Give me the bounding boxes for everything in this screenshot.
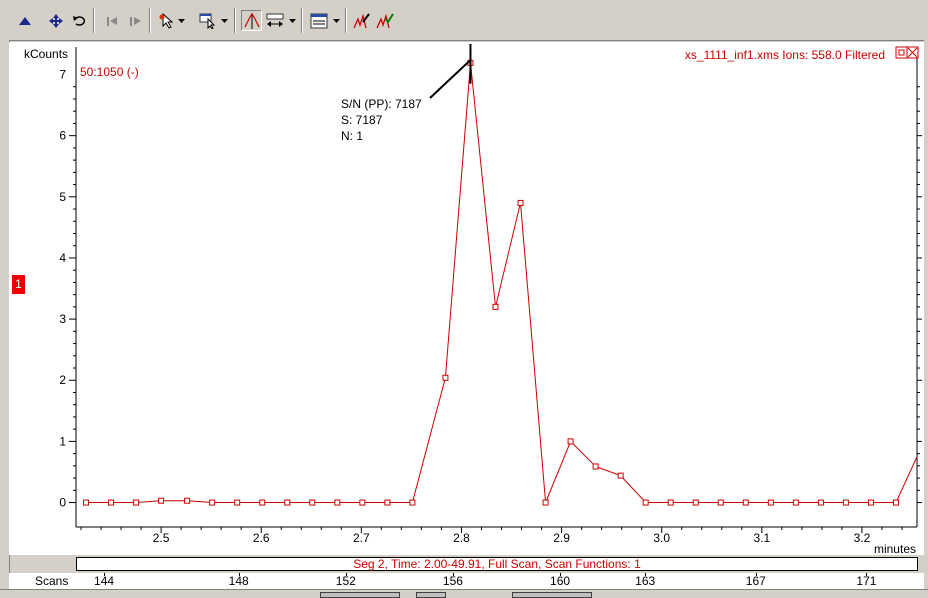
x-tick-label: 2.7 xyxy=(353,531,370,545)
scan-number-label: 144 xyxy=(94,574,115,588)
data-point[interactable] xyxy=(767,499,774,506)
scan-tick xyxy=(755,573,757,576)
channel-marker[interactable]: 1 xyxy=(12,275,25,294)
scan-tick xyxy=(452,573,454,576)
data-point[interactable] xyxy=(133,499,140,506)
x-tick-label: 2.9 xyxy=(553,531,570,545)
bottom-control[interactable] xyxy=(320,592,400,598)
data-point[interactable] xyxy=(359,499,366,506)
data-point[interactable] xyxy=(442,374,449,381)
data-point[interactable] xyxy=(259,499,266,506)
x-tick-label: 3.0 xyxy=(653,531,670,545)
data-point[interactable] xyxy=(792,499,799,506)
scan-number-label: 156 xyxy=(442,574,463,588)
scan-tick xyxy=(645,573,647,576)
scan-number-label: 171 xyxy=(856,574,877,588)
scans-axis: Scans 144 148 152 156 160 163 167 171 xyxy=(9,573,924,589)
data-point[interactable] xyxy=(842,499,849,506)
data-point[interactable] xyxy=(867,499,874,506)
scan-tick xyxy=(238,573,240,576)
data-point[interactable] xyxy=(384,499,391,506)
data-point[interactable] xyxy=(234,499,241,506)
data-point[interactable] xyxy=(817,499,824,506)
y-tick-label: 1 xyxy=(59,434,66,448)
trace-label: 50:1050 (-) xyxy=(80,65,139,79)
y-tick-label: 5 xyxy=(59,190,66,204)
x-tick-label: 2.6 xyxy=(253,531,270,545)
data-point[interactable] xyxy=(742,499,749,506)
data-point[interactable] xyxy=(334,499,341,506)
data-point[interactable] xyxy=(692,499,699,506)
data-point[interactable] xyxy=(567,438,574,445)
data-point[interactable] xyxy=(717,499,724,506)
x-tick-label: 2.8 xyxy=(453,531,470,545)
x-axis-label: minutes xyxy=(874,542,916,556)
data-point[interactable] xyxy=(284,499,291,506)
scan-number-label: 148 xyxy=(228,574,249,588)
y-axis-label: kCounts xyxy=(24,47,68,61)
scans-label: Scans xyxy=(35,574,69,588)
data-point[interactable] xyxy=(517,199,524,206)
y-tick-label: 0 xyxy=(59,496,66,510)
data-point[interactable] xyxy=(209,499,216,506)
peak-annotation-text: S/N (PP): 7187 xyxy=(341,97,422,111)
data-point[interactable] xyxy=(409,499,416,506)
scan-number-label: 160 xyxy=(550,574,571,588)
data-point[interactable] xyxy=(108,499,115,506)
y-tick-label: 4 xyxy=(59,251,66,265)
scan-number-label: 167 xyxy=(745,574,766,588)
peak-annotation-text: S: 7187 xyxy=(341,113,383,127)
data-point[interactable] xyxy=(309,499,316,506)
y-tick-label: 2 xyxy=(59,373,66,387)
annotation-leader-line xyxy=(429,59,472,99)
scan-number-label: 163 xyxy=(635,574,656,588)
scan-tick xyxy=(104,573,106,576)
data-point[interactable] xyxy=(667,499,674,506)
scan-tick xyxy=(560,573,562,576)
data-point[interactable] xyxy=(492,303,499,310)
data-point[interactable] xyxy=(892,499,899,506)
peak-annotation-text: N: 1 xyxy=(341,129,363,143)
data-point[interactable] xyxy=(184,497,191,504)
x-tick-label: 2.5 xyxy=(153,531,170,545)
scan-number-label: 152 xyxy=(335,574,356,588)
chromatogram-chart[interactable]: 0 1 2 3 4 5 6 7 2.5 2.6 2.7 2.8 2.9 3.0 3.1 3.2 kCounts m… xyxy=(0,0,928,596)
data-point[interactable] xyxy=(158,497,165,504)
x-tick-label: 3.1 xyxy=(753,531,770,545)
chart-title: xs_1111_inf1.xms Ions: 558.0 Filtered xyxy=(685,48,885,62)
data-point[interactable] xyxy=(617,472,624,479)
scan-tick xyxy=(345,573,347,576)
y-tick-label: 3 xyxy=(59,312,66,326)
bottom-control[interactable] xyxy=(512,592,592,598)
segment-info-bar: Seg 2, Time: 2.00-49.91, Full Scan, Scan… xyxy=(76,557,918,571)
data-point[interactable] xyxy=(642,499,649,506)
y-tick-label: 6 xyxy=(59,129,66,143)
data-point[interactable] xyxy=(83,499,90,506)
data-point[interactable] xyxy=(592,463,599,470)
bottom-control[interactable] xyxy=(416,592,446,598)
x-tick-label: 3.2 xyxy=(854,531,871,545)
data-point[interactable] xyxy=(542,499,549,506)
scan-tick xyxy=(866,573,868,576)
series-line xyxy=(86,62,918,503)
restore-window-icon[interactable] xyxy=(895,46,908,59)
y-tick-label: 7 xyxy=(59,68,66,82)
